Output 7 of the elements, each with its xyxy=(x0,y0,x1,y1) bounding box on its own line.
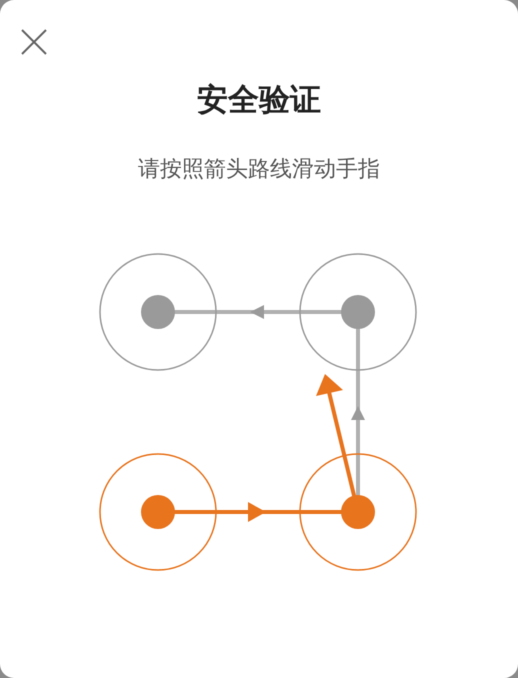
pattern-node[interactable] xyxy=(299,453,417,571)
pattern-node[interactable] xyxy=(299,253,417,371)
pattern-node[interactable] xyxy=(99,253,217,371)
pattern-node[interactable] xyxy=(99,453,217,571)
close-icon xyxy=(21,29,47,55)
instruction-text: 请按照箭头路线滑动手指 xyxy=(138,156,380,184)
dialog-title: 安全验证 xyxy=(197,81,321,120)
